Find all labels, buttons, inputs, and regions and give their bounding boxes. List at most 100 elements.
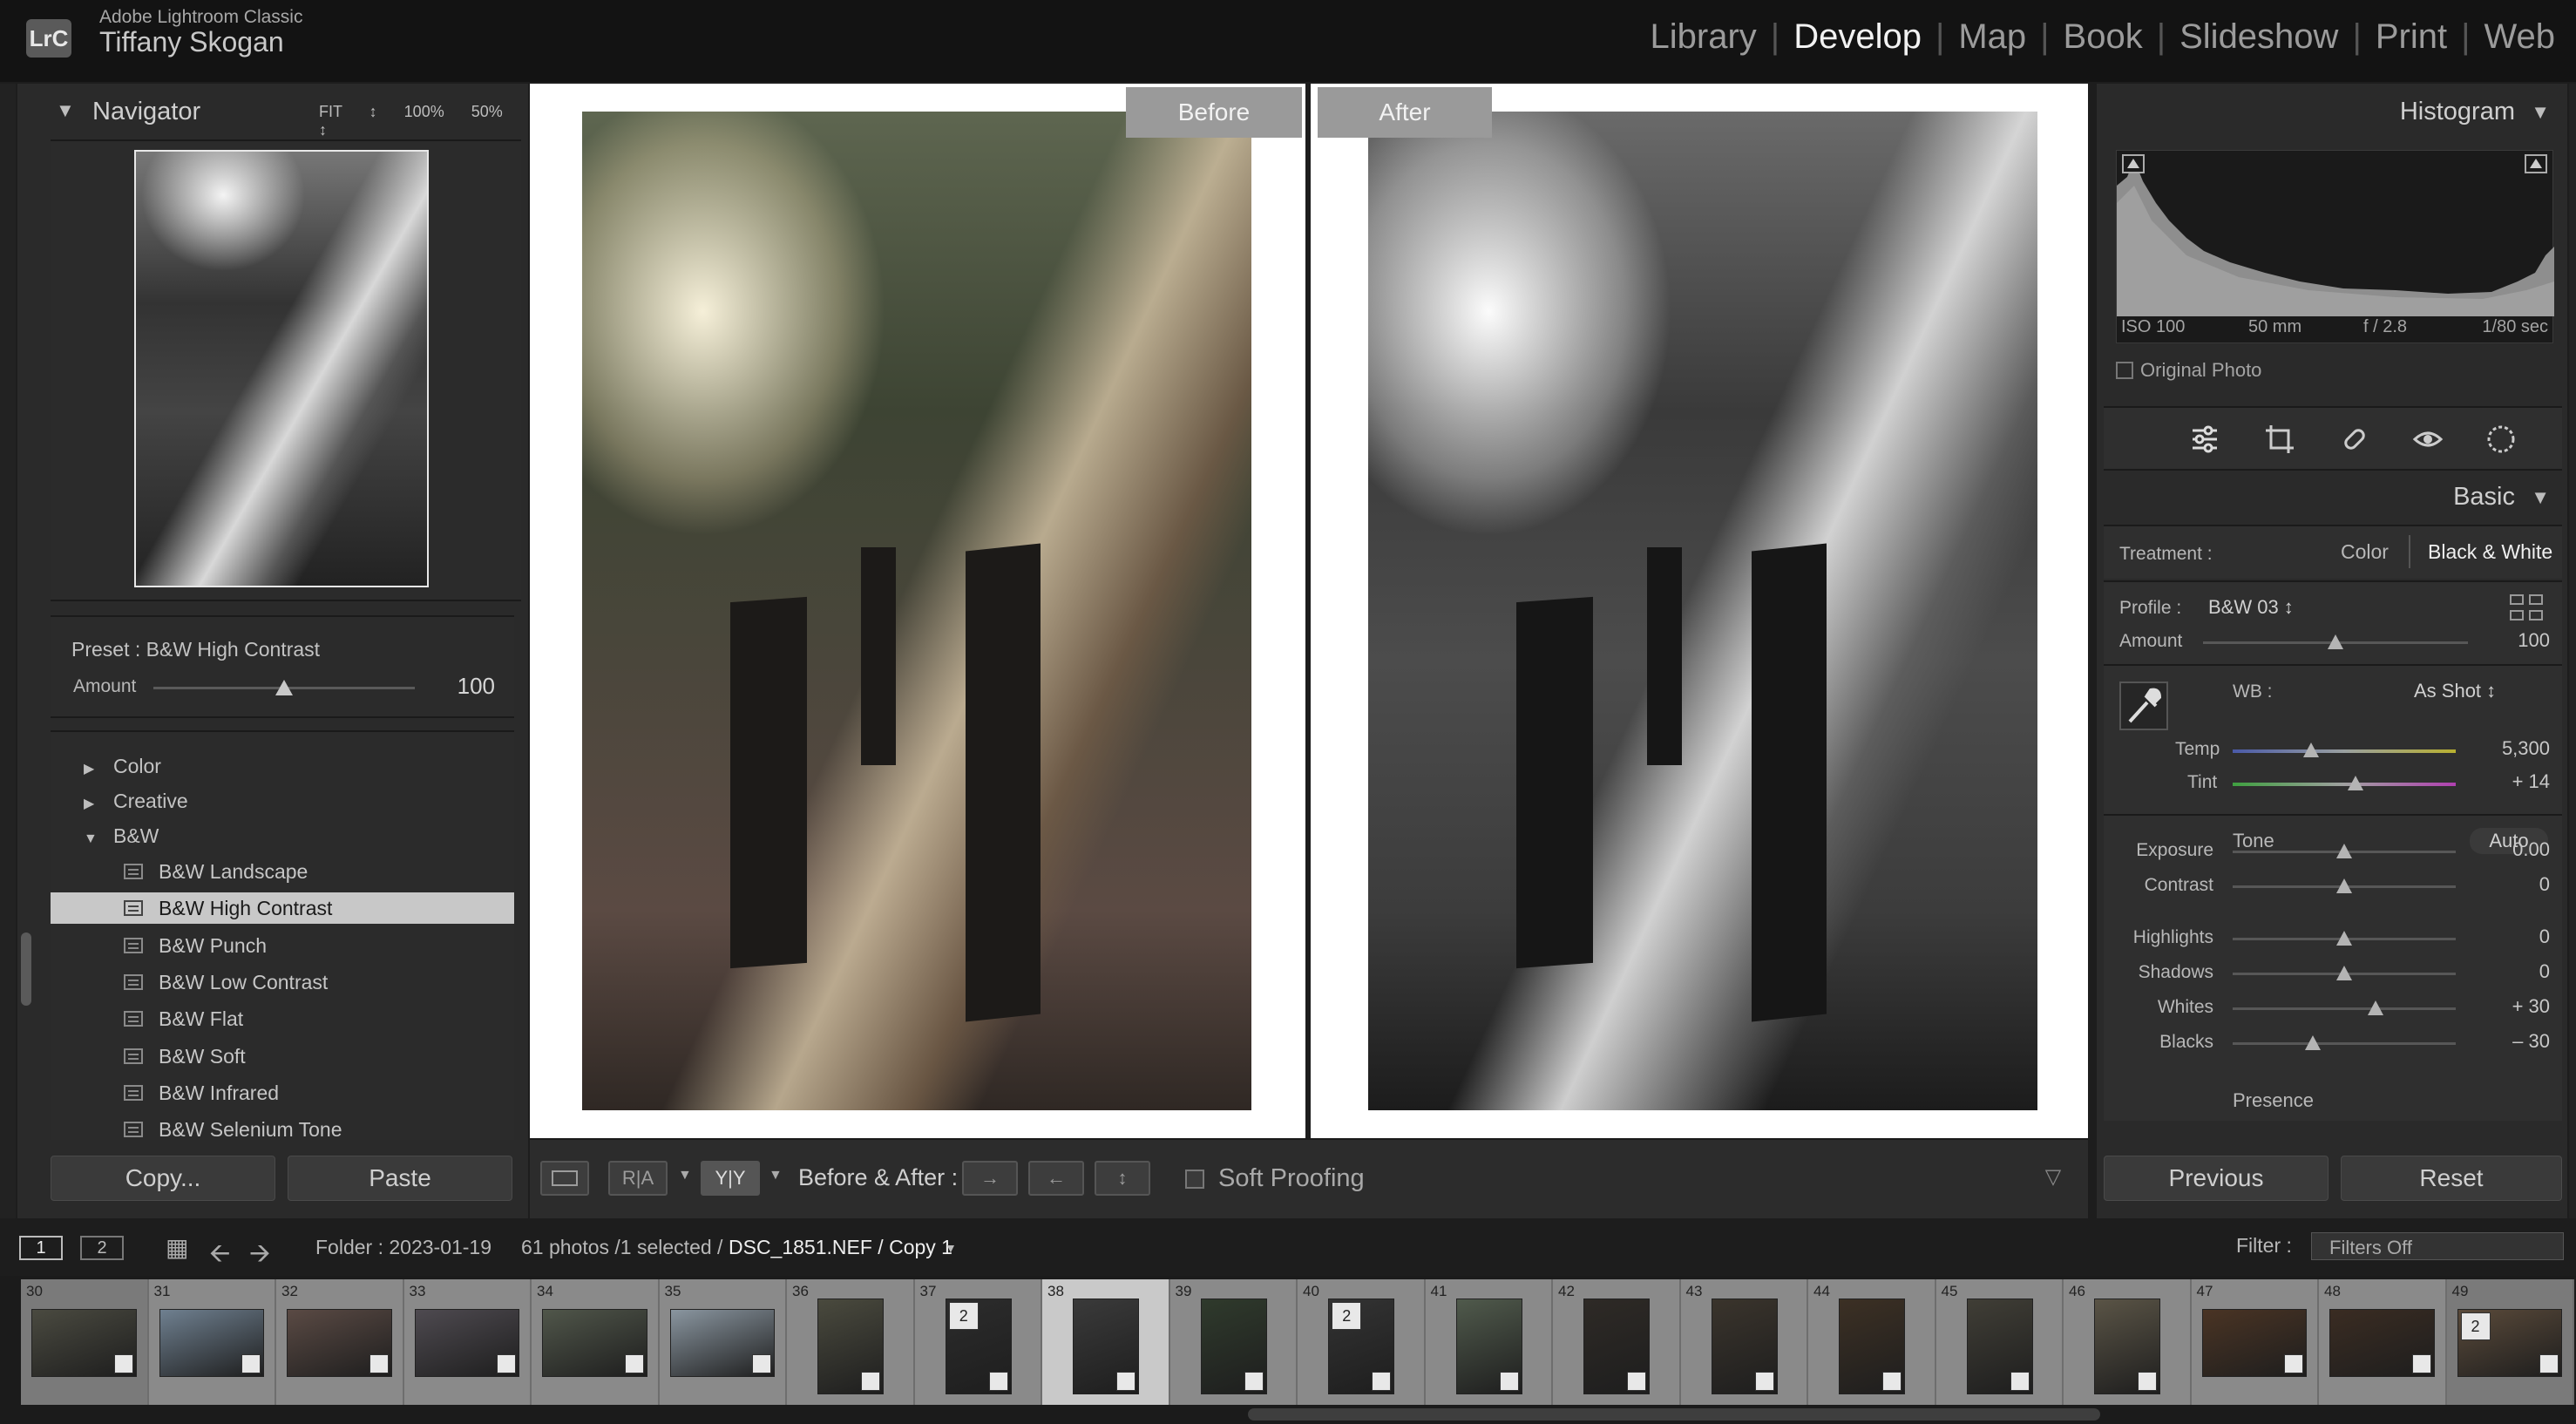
slider-value-shadows[interactable]: 0 <box>2471 960 2550 983</box>
slider-thumb-shadows[interactable] <box>2336 966 2352 980</box>
filmstrip-cell[interactable]: 37 2 <box>914 1279 1042 1405</box>
temp-thumb[interactable] <box>2302 743 2319 757</box>
profile-browser-icon[interactable] <box>2510 594 2545 622</box>
filmstrip-cell[interactable]: 47 <box>2191 1279 2319 1405</box>
histogram[interactable] <box>2116 150 2554 343</box>
profile-dropdown[interactable]: B&W 03 ↕ <box>2208 596 2294 619</box>
filmstrip-scrollbar[interactable] <box>1248 1408 2100 1421</box>
loupe-view-icon[interactable] <box>540 1161 589 1196</box>
slider-thumb-blacks[interactable] <box>2305 1035 2322 1050</box>
shadow-clipping-icon[interactable] <box>2122 154 2145 173</box>
slider-value-whites[interactable]: + 30 <box>2471 995 2550 1018</box>
histogram-header[interactable]: Histogram ▼ <box>2097 87 2567 138</box>
wb-dropdown[interactable]: As Shot ↕ <box>2414 680 2496 702</box>
filmstrip-cell[interactable]: 44 <box>1808 1279 1936 1405</box>
tint-value[interactable]: + 14 <box>2471 770 2550 793</box>
main-window-button[interactable]: 1 <box>19 1236 63 1260</box>
folder-label[interactable]: Folder : 2023-01-19 <box>315 1236 491 1259</box>
module-map[interactable]: Map <box>1944 17 2040 57</box>
highlight-clipping-icon[interactable] <box>2525 154 2547 173</box>
before-after-left-right-icon[interactable]: R|A <box>608 1161 668 1196</box>
crop-icon[interactable] <box>2262 422 2297 457</box>
filmstrip-cell[interactable]: 30 <box>21 1279 149 1405</box>
stack-count-badge[interactable]: 2 <box>2460 1312 2491 1340</box>
current-file[interactable]: DSC_1851.NEF / Copy 1 <box>729 1236 952 1259</box>
original-photo-toggle[interactable]: Original Photo <box>2116 359 2261 382</box>
module-develop[interactable]: Develop <box>1779 17 1935 57</box>
tint-slider[interactable] <box>2233 783 2456 786</box>
preset-item[interactable]: B&W Infrared <box>51 1077 514 1109</box>
soft-proofing-label[interactable]: Soft Proofing <box>1218 1164 1365 1193</box>
tint-thumb[interactable] <box>2347 776 2363 790</box>
before-photo[interactable] <box>582 112 1251 1110</box>
presence-label[interactable]: Presence <box>2233 1089 2314 1112</box>
grid-view-icon[interactable]: ▦ <box>166 1236 192 1260</box>
profile-amount-value[interactable]: 100 <box>2471 629 2550 652</box>
before-after-split-icon[interactable]: Y|Y <box>701 1161 760 1196</box>
filmstrip-cell[interactable]: 45 <box>1935 1279 2064 1405</box>
copy-button[interactable]: Copy... <box>51 1156 275 1201</box>
filmstrip-cell[interactable]: 32 <box>276 1279 404 1405</box>
temp-slider[interactable] <box>2233 749 2456 753</box>
copy-before-to-after-icon[interactable]: → <box>962 1161 1018 1196</box>
filmstrip-cell[interactable]: 39 <box>1169 1279 1298 1405</box>
preset-item[interactable]: B&W Landscape <box>51 856 514 887</box>
dropdown-arrow-icon[interactable]: ▼ <box>945 1241 957 1255</box>
paste-button[interactable]: Paste <box>288 1156 512 1201</box>
preset-item[interactable]: B&W Low Contrast <box>51 966 514 998</box>
preset-item[interactable]: B&W Soft <box>51 1041 514 1072</box>
collapse-triangle-icon[interactable]: ▼ <box>56 99 75 122</box>
original-photo-checkbox[interactable] <box>2116 362 2133 379</box>
healing-brush-icon[interactable] <box>2337 422 2372 457</box>
back-arrow-icon[interactable]: 🡨 <box>209 1234 230 1278</box>
filmstrip-cell[interactable]: 33 <box>403 1279 532 1405</box>
toolbar-menu-chevron-icon[interactable]: ▽ <box>2034 1157 2072 1196</box>
preset-amount-thumb[interactable] <box>275 680 293 695</box>
filmstrip-cell[interactable]: 43 <box>1680 1279 1808 1405</box>
collapse-triangle-icon[interactable]: ▼ <box>2531 486 2550 509</box>
filmstrip-cell[interactable]: 38 <box>1042 1279 1170 1405</box>
preset-group-color[interactable]: ▶ Color <box>84 755 161 778</box>
after-photo[interactable] <box>1368 112 2037 1110</box>
secondary-window-button[interactable]: 2 <box>80 1236 124 1260</box>
filter-dropdown[interactable]: Filters Off <box>2311 1232 2564 1260</box>
copy-after-to-before-icon[interactable]: ← <box>1028 1161 1084 1196</box>
filmstrip-cell[interactable]: 41 <box>1425 1279 1553 1405</box>
edit-sliders-icon[interactable] <box>2187 422 2222 457</box>
module-book[interactable]: Book <box>2050 17 2157 57</box>
filmstrip-cell[interactable]: 36 <box>787 1279 915 1405</box>
slider-value-blacks[interactable]: – 30 <box>2471 1030 2550 1053</box>
navigator-thumbnail[interactable] <box>134 150 429 587</box>
soft-proofing-checkbox[interactable] <box>1185 1170 1204 1189</box>
filmstrip-cell[interactable]: 42 <box>1553 1279 1681 1405</box>
right-panel-edge[interactable] <box>2569 84 2576 1218</box>
treatment-bw-button[interactable]: Black & White <box>2428 540 2552 564</box>
slider-thumb-highlights[interactable] <box>2336 931 2352 946</box>
filmstrip-cell[interactable]: 40 2 <box>1298 1279 1426 1405</box>
wb-eyedropper-icon[interactable] <box>2119 681 2168 730</box>
slider-value-highlights[interactable]: 0 <box>2471 926 2550 948</box>
stack-count-badge[interactable]: 2 <box>948 1302 979 1330</box>
basic-header[interactable]: Basic ▼ <box>2097 472 2567 523</box>
filmstrip-cell[interactable]: 34 <box>532 1279 660 1405</box>
treatment-color-button[interactable]: Color <box>2341 540 2389 564</box>
left-panel-edge[interactable] <box>0 84 16 1218</box>
slider-value-contrast[interactable]: 0 <box>2471 873 2550 896</box>
module-web[interactable]: Web <box>2470 17 2569 57</box>
slider-whites[interactable] <box>2233 1007 2456 1010</box>
profile-amount-thumb[interactable] <box>2328 634 2343 649</box>
preset-item[interactable]: B&W High Contrast <box>51 892 514 925</box>
navigator-zoom-options[interactable]: FIT ↕ 100% 50% ↕ <box>319 103 528 139</box>
preset-item[interactable]: B&W Punch <box>51 930 514 961</box>
slider-thumb-exposure[interactable] <box>2336 844 2352 858</box>
presets-scrollbar[interactable] <box>21 932 31 1006</box>
red-eye-icon[interactable] <box>2410 422 2445 457</box>
filmstrip-cell[interactable]: 46 <box>2064 1279 2192 1405</box>
preset-item[interactable]: B&W Selenium Tone <box>51 1114 514 1145</box>
swap-before-after-icon[interactable]: ↕ <box>1095 1161 1150 1196</box>
dropdown-arrow-icon[interactable]: ▼ <box>769 1168 783 1183</box>
collapse-triangle-icon[interactable]: ▼ <box>2531 101 2550 124</box>
filmstrip-cell[interactable]: 48 <box>2319 1279 2447 1405</box>
slider-blacks[interactable] <box>2233 1042 2456 1045</box>
slider-thumb-whites[interactable] <box>2367 1000 2383 1015</box>
